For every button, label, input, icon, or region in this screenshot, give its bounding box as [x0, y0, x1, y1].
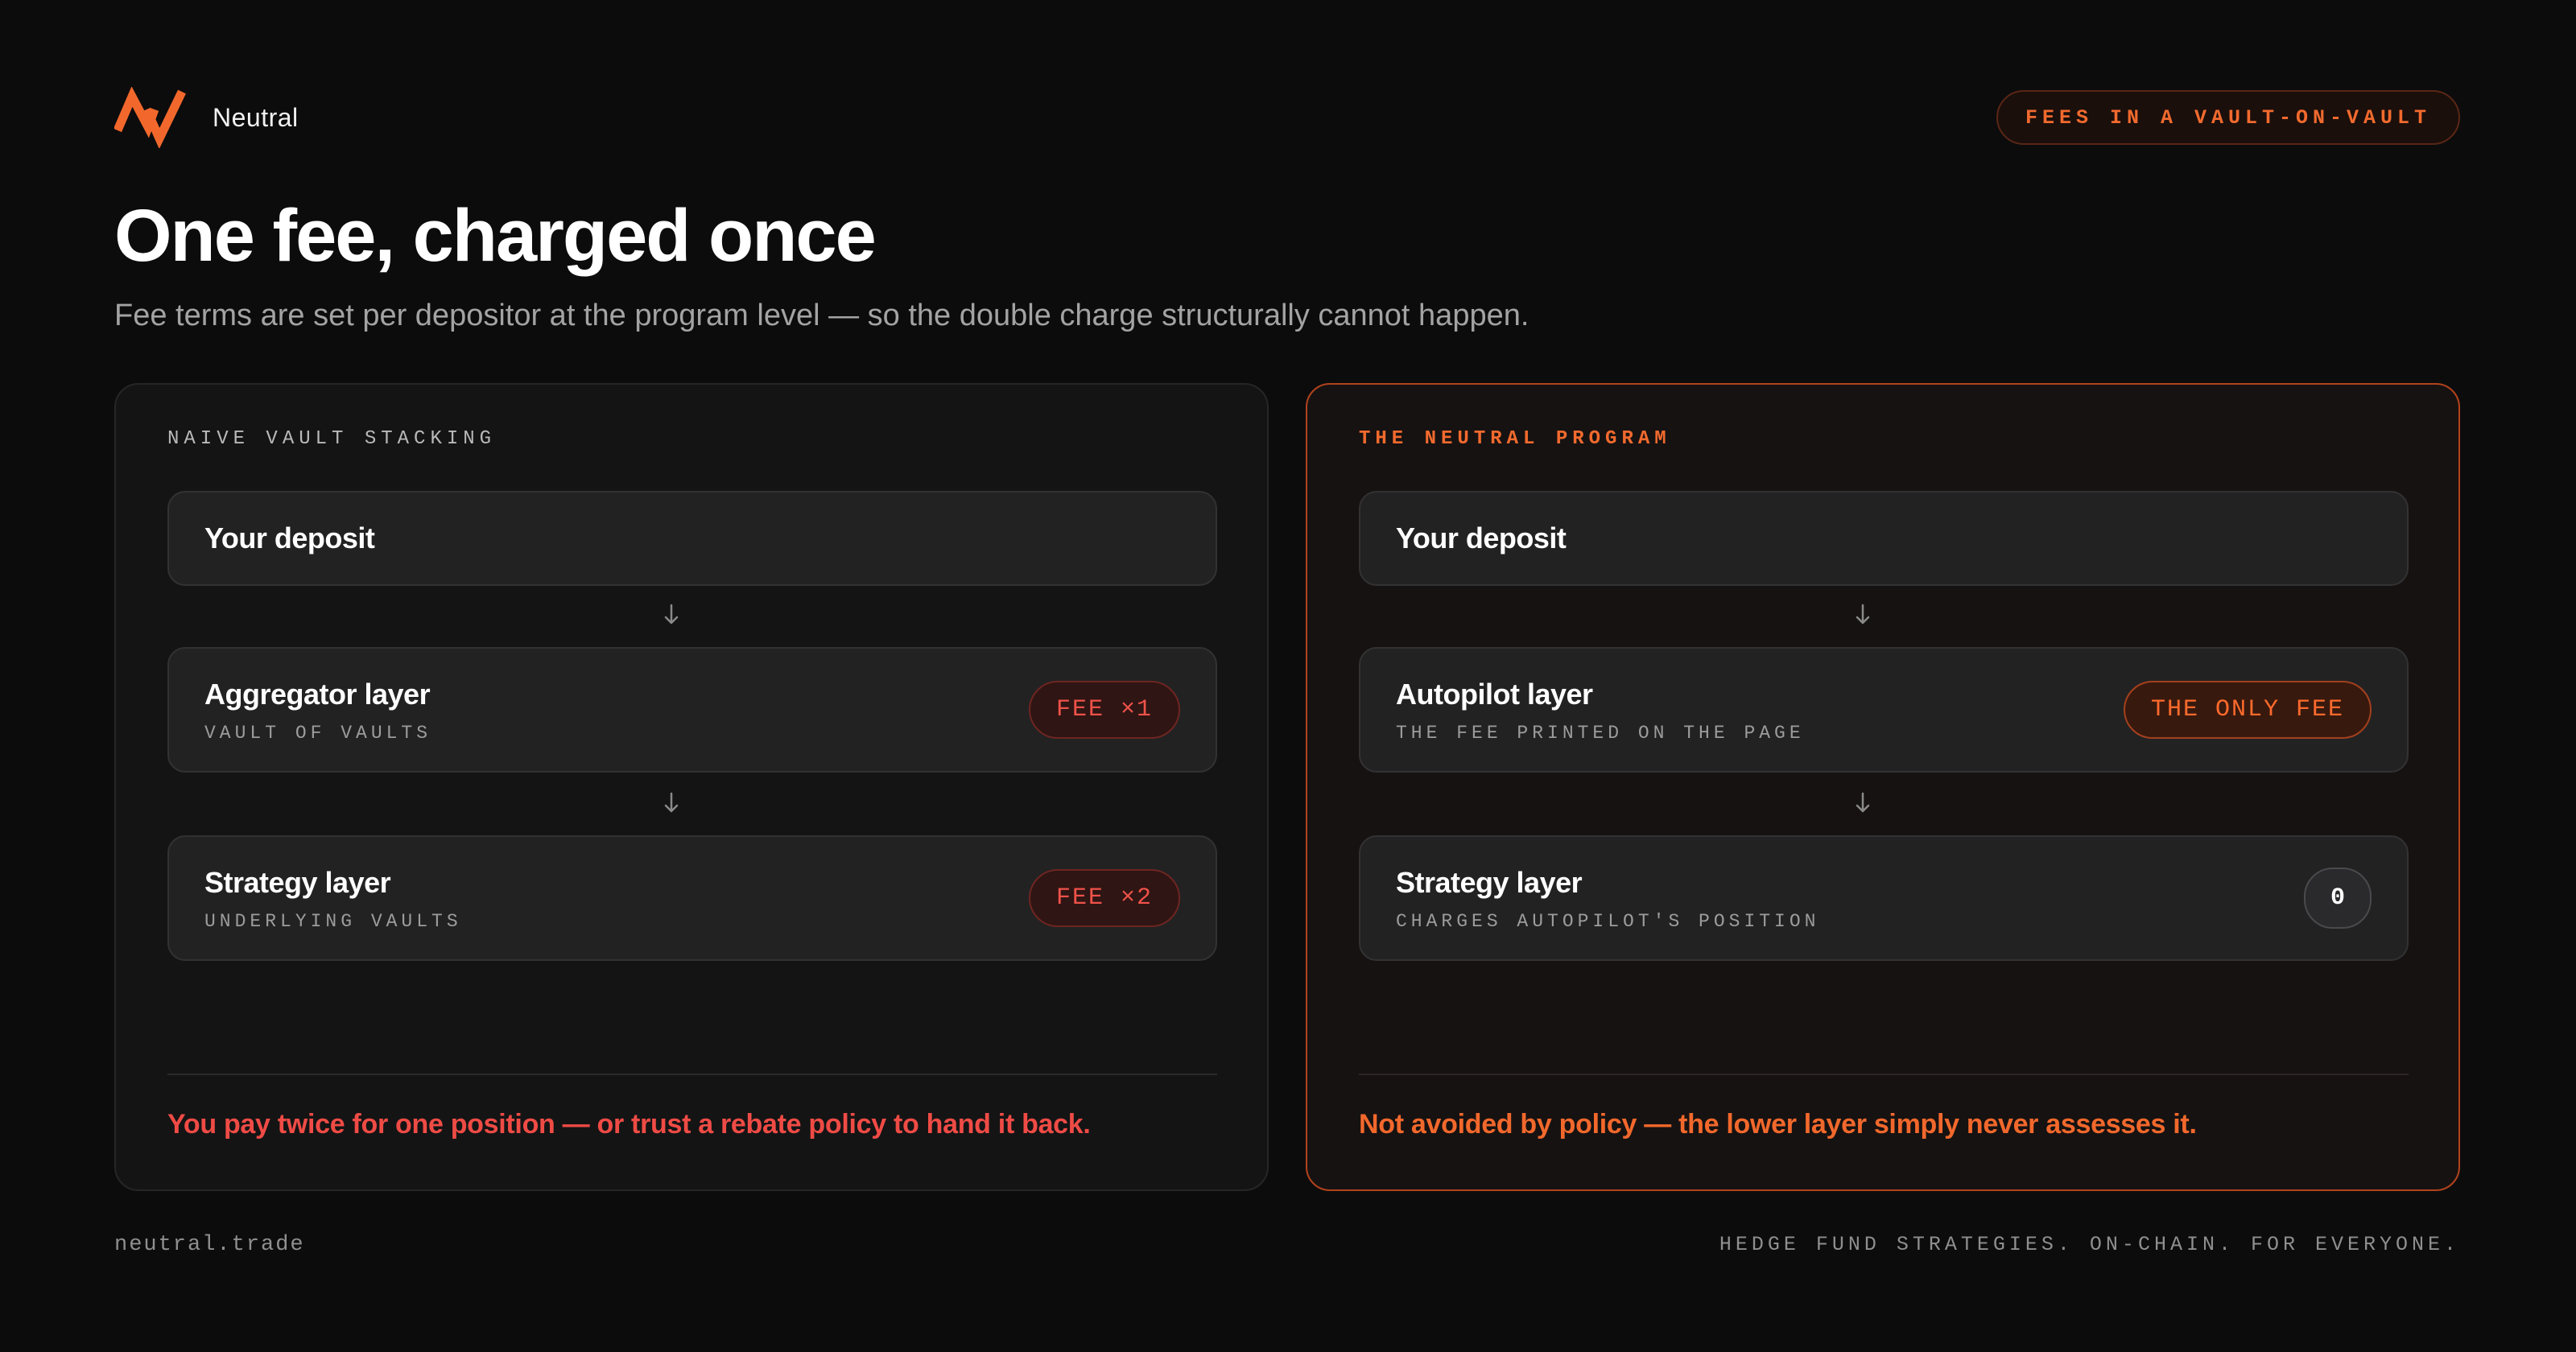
- zero-fee-badge: 0: [2304, 868, 2372, 929]
- panel-eyebrow: THE NEUTRAL PROGRAM: [1359, 428, 1671, 450]
- layer-subtitle: UNDERLYING VAULTS: [204, 911, 462, 932]
- strategy-layer-card: Strategy layer CHARGES AUTOPILOT'S POSIT…: [1359, 835, 2409, 961]
- brand-name: Neutral: [213, 102, 299, 132]
- fee-badge: FEE ×1: [1028, 681, 1180, 739]
- brand[interactable]: Neutral: [114, 85, 299, 150]
- neutral-program-panel: THE NEUTRAL PROGRAM Your deposit Autopil…: [1306, 383, 2460, 1191]
- arrow-down-icon: [664, 792, 679, 813]
- layer-subtitle: CHARGES AUTOPILOT'S POSITION: [1396, 911, 1820, 932]
- footer-tagline: HEDGE FUND STRATEGIES. ON-CHAIN. FOR EVE…: [1719, 1233, 2460, 1256]
- divider: [167, 1074, 1217, 1075]
- panel-footnote: You pay twice for one position — or trus…: [167, 1109, 1091, 1140]
- strategy-layer-card: Strategy layer UNDERLYING VAULTS FEE ×2: [167, 835, 1217, 961]
- neutral-logo-icon: [114, 87, 186, 148]
- layer-subtitle: THE FEE PRINTED ON THE PAGE: [1396, 723, 1805, 744]
- deposit-card: Your deposit: [1359, 491, 2409, 586]
- divider: [1359, 1074, 2409, 1075]
- aggregator-layer-card: Aggregator layer VAULT OF VAULTS FEE ×1: [167, 647, 1217, 773]
- page-title: One fee, charged once: [114, 195, 877, 277]
- arrow-down-icon: [1856, 604, 1870, 624]
- layer-title: Strategy layer: [1396, 866, 1583, 899]
- layer-subtitle: VAULT OF VAULTS: [204, 723, 432, 744]
- arrow-down-icon: [664, 604, 679, 624]
- layer-title: Autopilot layer: [1396, 678, 1593, 711]
- autopilot-layer-card: Autopilot layer THE FEE PRINTED ON THE P…: [1359, 647, 2409, 773]
- arrow-down-icon: [1856, 792, 1870, 813]
- deposit-card: Your deposit: [167, 491, 1217, 586]
- topic-tag: FEES IN A VAULT-ON-VAULT: [1996, 90, 2460, 145]
- panel-eyebrow: NAIVE VAULT STACKING: [167, 428, 497, 450]
- deposit-label: Your deposit: [1396, 521, 1567, 554]
- layer-title: Aggregator layer: [204, 678, 431, 711]
- layer-title: Strategy layer: [204, 866, 391, 899]
- only-fee-badge: THE ONLY FEE: [2123, 681, 2372, 739]
- fee-badge: FEE ×2: [1028, 869, 1180, 927]
- deposit-label: Your deposit: [204, 521, 375, 554]
- site-link[interactable]: neutral.trade: [114, 1233, 305, 1257]
- panel-footnote: Not avoided by policy — the lower layer …: [1359, 1109, 2197, 1140]
- header: Neutral FEES IN A VAULT-ON-VAULT: [114, 85, 2460, 150]
- page-subtitle: Fee terms are set per depositor at the p…: [114, 299, 1530, 332]
- naive-stacking-panel: NAIVE VAULT STACKING Your deposit Aggreg…: [114, 383, 1269, 1191]
